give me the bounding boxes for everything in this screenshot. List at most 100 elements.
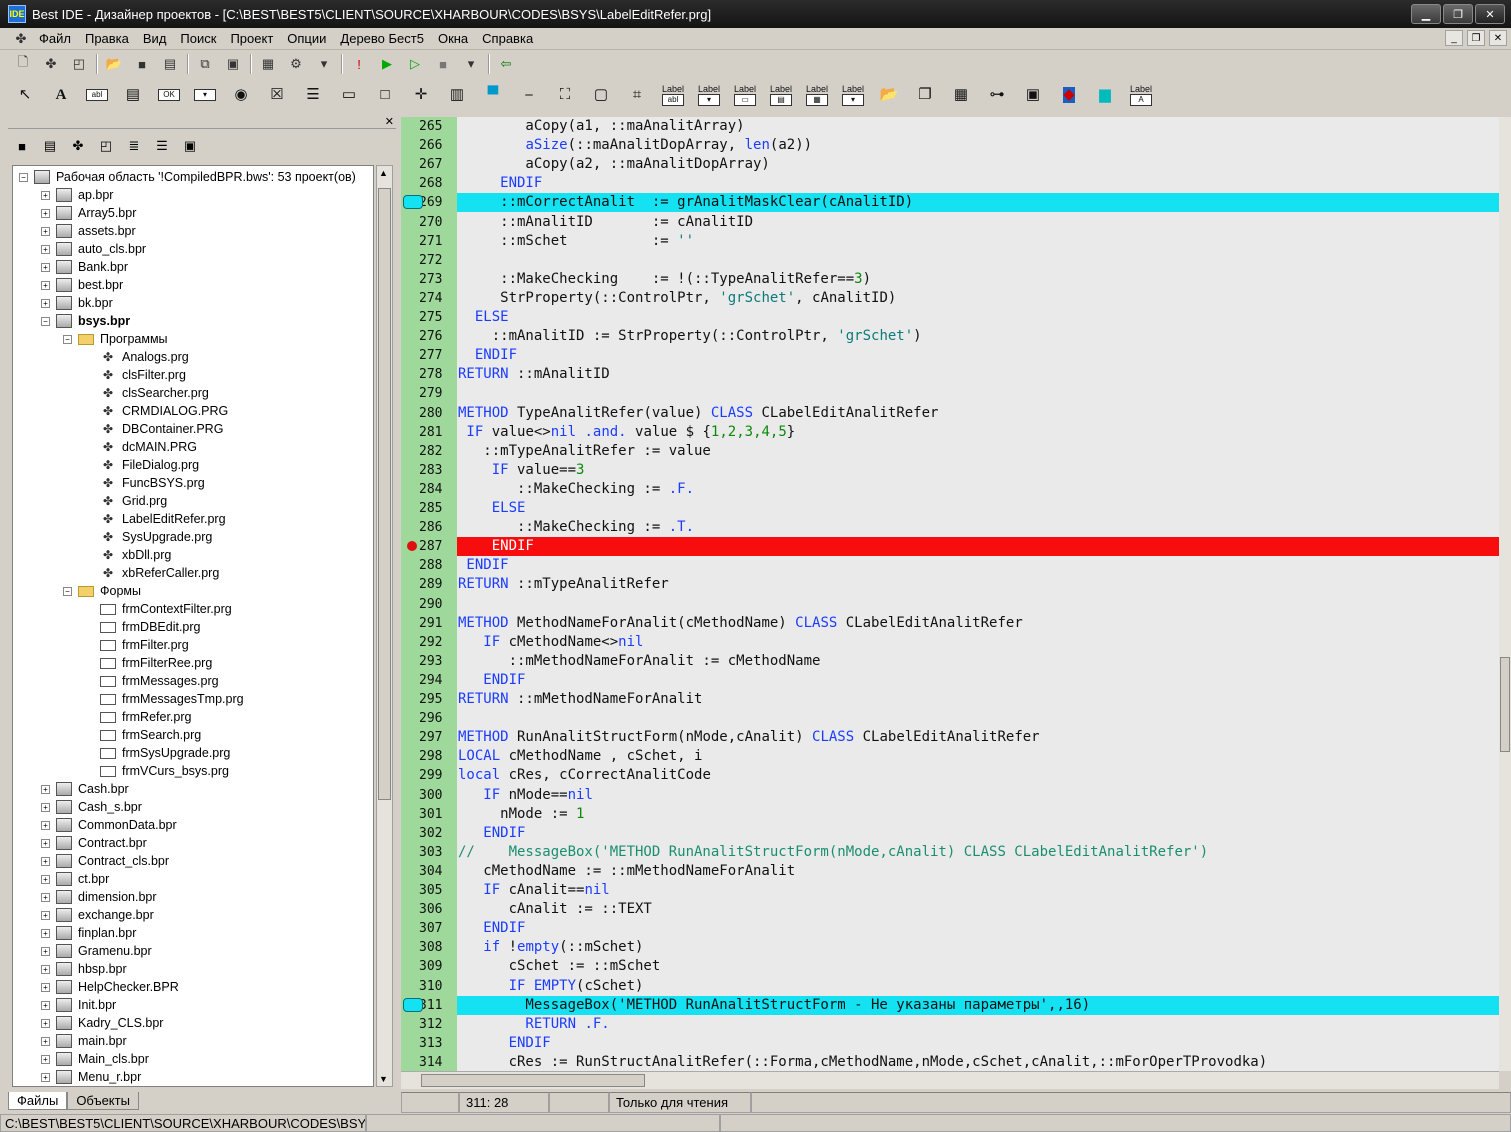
code-line[interactable]: LOCAL cMethodName , cSchet, i (457, 747, 1499, 766)
menu-file[interactable]: Файл (32, 31, 78, 46)
stop-icon[interactable]: ■ (432, 53, 454, 75)
dropdown-arrow-icon[interactable]: ▾ (313, 53, 335, 75)
menu-best5-tree[interactable]: Дерево Бест5 (333, 31, 431, 46)
run-debug-icon[interactable]: ▷ (404, 53, 426, 75)
line-number[interactable]: 296 (401, 709, 457, 728)
code-line[interactable]: nMode := 1 (457, 805, 1499, 824)
tree-project[interactable]: + Gramenu.bpr (41, 942, 152, 960)
expand-icon[interactable]: + (41, 1072, 50, 1082)
tree-project[interactable]: + assets.bpr (41, 222, 136, 240)
tab-order-icon[interactable]: ⛶ (552, 81, 578, 109)
code-line[interactable]: ENDIF (457, 1034, 1499, 1053)
line-number[interactable]: 283 (401, 461, 457, 480)
expand-icon[interactable]: + (41, 1018, 50, 1028)
line-number[interactable]: 284 (401, 480, 457, 499)
menu-view[interactable]: Вид (136, 31, 174, 46)
tree-project[interactable]: + Bank.bpr (41, 258, 128, 276)
expand-icon[interactable]: + (41, 298, 50, 308)
group-box-icon[interactable]: ▢ (588, 81, 614, 109)
tree-form-file[interactable]: frmMessages.prg (100, 672, 219, 690)
run-icon[interactable]: ▶ (376, 53, 398, 75)
line-number[interactable]: 314 (401, 1053, 457, 1071)
code-line[interactable]: ::mAnalitID := StrProperty(::ControlPtr,… (457, 327, 1499, 346)
expand-icon[interactable]: + (41, 802, 50, 812)
open-folder-icon[interactable]: 📂 (103, 53, 125, 75)
tree-program-file[interactable]: ✤ Grid.prg (100, 492, 167, 510)
line-number[interactable]: 294 (401, 671, 457, 690)
grid-icon[interactable]: ▥ (444, 81, 470, 109)
frame-icon[interactable]: □ (372, 81, 398, 109)
code-line[interactable]: METHOD MethodNameForAnalit(cMethodName) … (457, 614, 1499, 633)
tree-project[interactable]: + dimension.bpr (41, 888, 157, 906)
line-number[interactable]: 295 (401, 690, 457, 709)
code-line[interactable]: IF nMode==nil (457, 786, 1499, 805)
tree-project[interactable]: + Contract_cls.bpr (41, 852, 169, 870)
line-number[interactable]: 274 (401, 289, 457, 308)
new-project-icon[interactable]: ✤ (40, 53, 62, 75)
tree-program-file[interactable]: ✤ DBContainer.PRG (100, 420, 223, 438)
code-line[interactable]: ENDIF (457, 671, 1499, 690)
minimize-button[interactable]: ▁ (1411, 4, 1441, 24)
exit-icon[interactable]: ⇦ (495, 53, 517, 75)
code-line[interactable]: if !empty(::mSchet) (457, 938, 1499, 957)
code-line[interactable]: ENDIF (457, 556, 1499, 575)
line-number[interactable]: 282 (401, 442, 457, 461)
code-line[interactable]: ::mCorrectAnalit := grAnalitMaskClear(cA… (457, 193, 1499, 213)
tree-program-file[interactable]: ✤ clsFilter.prg (100, 366, 186, 384)
code-line[interactable]: ::MakeChecking := .F. (457, 480, 1499, 499)
tab-files[interactable]: Файлы (8, 1092, 68, 1110)
expand-icon[interactable]: + (41, 280, 50, 290)
code-line[interactable] (457, 251, 1499, 270)
line-number[interactable]: 265 (401, 117, 457, 136)
radio-button-icon[interactable]: ◉ (228, 81, 254, 109)
code-line[interactable] (457, 384, 1499, 403)
panel-tool-list-icon[interactable]: ☰ (152, 137, 172, 155)
line-number[interactable]: 286 (401, 518, 457, 537)
windows-icon[interactable]: ❐ (912, 81, 938, 109)
report-icon[interactable]: ▣ (1020, 81, 1046, 109)
code-line[interactable]: MessageBox('METHOD RunAnalitStructForm -… (457, 995, 1499, 1015)
menu-search[interactable]: Поиск (173, 31, 223, 46)
code-line[interactable]: aCopy(a1, ::maAnalitArray) (457, 117, 1499, 136)
copy-icon[interactable]: ⧉ (194, 53, 216, 75)
tree-program-file[interactable]: ✤ xbDll.prg (100, 546, 171, 564)
line-number[interactable]: 303 (401, 843, 457, 862)
tree-form-file[interactable]: frmFilterRee.prg (100, 654, 212, 672)
expand-icon[interactable]: + (41, 856, 50, 866)
line-number[interactable]: 298 (401, 747, 457, 766)
combobox-icon[interactable]: ▾ (192, 81, 218, 109)
menu-help[interactable]: Справка (475, 31, 540, 46)
line-number[interactable]: 300 (401, 786, 457, 805)
scroll-down-arrow-icon[interactable]: ▼ (379, 1074, 388, 1084)
label-list-icon[interactable]: Label ▤ (768, 81, 794, 109)
code-line[interactable]: StrProperty(::ControlPtr, 'grSchet', cAn… (457, 289, 1499, 308)
line-number[interactable]: 278 (401, 365, 457, 384)
expand-icon[interactable]: + (41, 1054, 50, 1064)
code-line[interactable]: cAnalit := ::TEXT (457, 900, 1499, 919)
tree-program-file[interactable]: ✤ xbReferCaller.prg (100, 564, 219, 582)
code-line[interactable]: // MessageBox('METHOD RunAnalitStructFor… (457, 843, 1499, 862)
line-number[interactable]: 290 (401, 595, 457, 614)
tree-project[interactable]: + auto_cls.bpr (41, 240, 146, 258)
line-number[interactable]: 271 (401, 232, 457, 251)
code-line[interactable]: local cRes, cCorrectAnalitCode (457, 766, 1499, 785)
project-tree[interactable]: − Рабочая область '!CompiledBPR.bws': 53 … (12, 165, 374, 1087)
code-line[interactable] (457, 595, 1499, 614)
tree-scrollbar[interactable]: ▲ ▼ (376, 165, 393, 1087)
code-line[interactable]: ENDIF (457, 346, 1499, 365)
line-number[interactable]: 297 (401, 728, 457, 747)
mdi-close-button[interactable]: ✕ (1489, 30, 1507, 46)
tree-form-file[interactable]: frmDBEdit.prg (100, 618, 201, 636)
code-line[interactable]: ELSE (457, 499, 1499, 518)
code-line[interactable]: ::MakeChecking := .T. (457, 518, 1499, 537)
ok-button-icon[interactable]: OK (156, 81, 182, 109)
code-line[interactable]: ENDIF (457, 824, 1499, 843)
calendar-component-icon[interactable]: ▦ (948, 81, 974, 109)
line-number[interactable]: 270 (401, 213, 457, 232)
tree-workspace[interactable]: − Рабочая область '!CompiledBPR.bws': 53 … (19, 168, 356, 186)
panel-tool-sort-icon[interactable]: ≣ (124, 137, 144, 155)
tree-form-file[interactable]: frmVCurs_bsys.prg (100, 762, 229, 780)
tree-project[interactable]: + Kadry_CLS.bpr (41, 1014, 163, 1032)
scroll-up-arrow-icon[interactable]: ▲ (379, 168, 388, 178)
line-number[interactable]: 309 (401, 957, 457, 976)
